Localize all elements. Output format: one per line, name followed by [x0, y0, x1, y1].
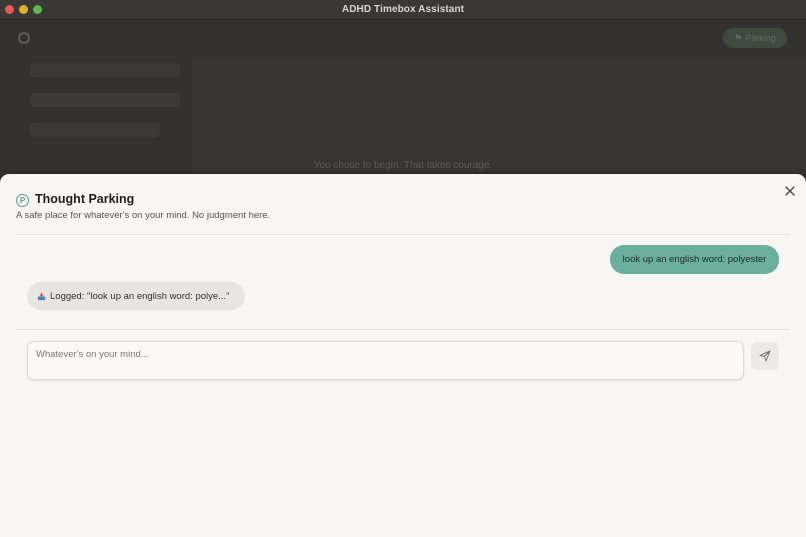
inbox-tray-icon — [37, 291, 46, 300]
parking-label: Parking — [745, 33, 776, 43]
window-close-button[interactable] — [5, 5, 14, 14]
sheet-subtitle: A safe place for whatever's on your mind… — [16, 210, 271, 221]
assistant-message-text: Logged: "look up an english word: polye.… — [50, 290, 230, 302]
gear-icon[interactable] — [18, 32, 30, 44]
user-message: look up an english word: polyester — [610, 245, 779, 274]
parking-icon: P — [16, 194, 29, 207]
thought-input[interactable] — [28, 342, 743, 379]
sidebar-item[interactable] — [30, 93, 180, 107]
thought-input-container — [27, 341, 744, 380]
sidebar-item[interactable] — [30, 63, 180, 77]
window-minimize-button[interactable] — [19, 5, 28, 14]
window-title: ADHD Timebox Assistant — [341, 4, 465, 15]
parking-button[interactable]: ⚑ Parking — [723, 28, 787, 48]
user-message-text: look up an english word: polyester — [622, 254, 767, 265]
parking-icon-letter: P — [19, 196, 26, 205]
window-maximize-button[interactable] — [33, 5, 42, 14]
divider — [16, 234, 790, 235]
divider — [16, 329, 790, 330]
encouragement-text: You chose to begin. That takes courage. — [313, 160, 493, 171]
sidebar-item[interactable] — [30, 123, 160, 137]
assistant-message: Logged: "look up an english word: polye.… — [27, 282, 245, 310]
title-bar: ADHD Timebox Assistant — [0, 0, 806, 20]
close-icon[interactable] — [783, 184, 797, 198]
sheet-title: Thought Parking — [35, 192, 135, 206]
send-icon — [759, 350, 771, 362]
send-button[interactable] — [751, 342, 779, 370]
parking-icon: ⚑ — [734, 32, 743, 43]
